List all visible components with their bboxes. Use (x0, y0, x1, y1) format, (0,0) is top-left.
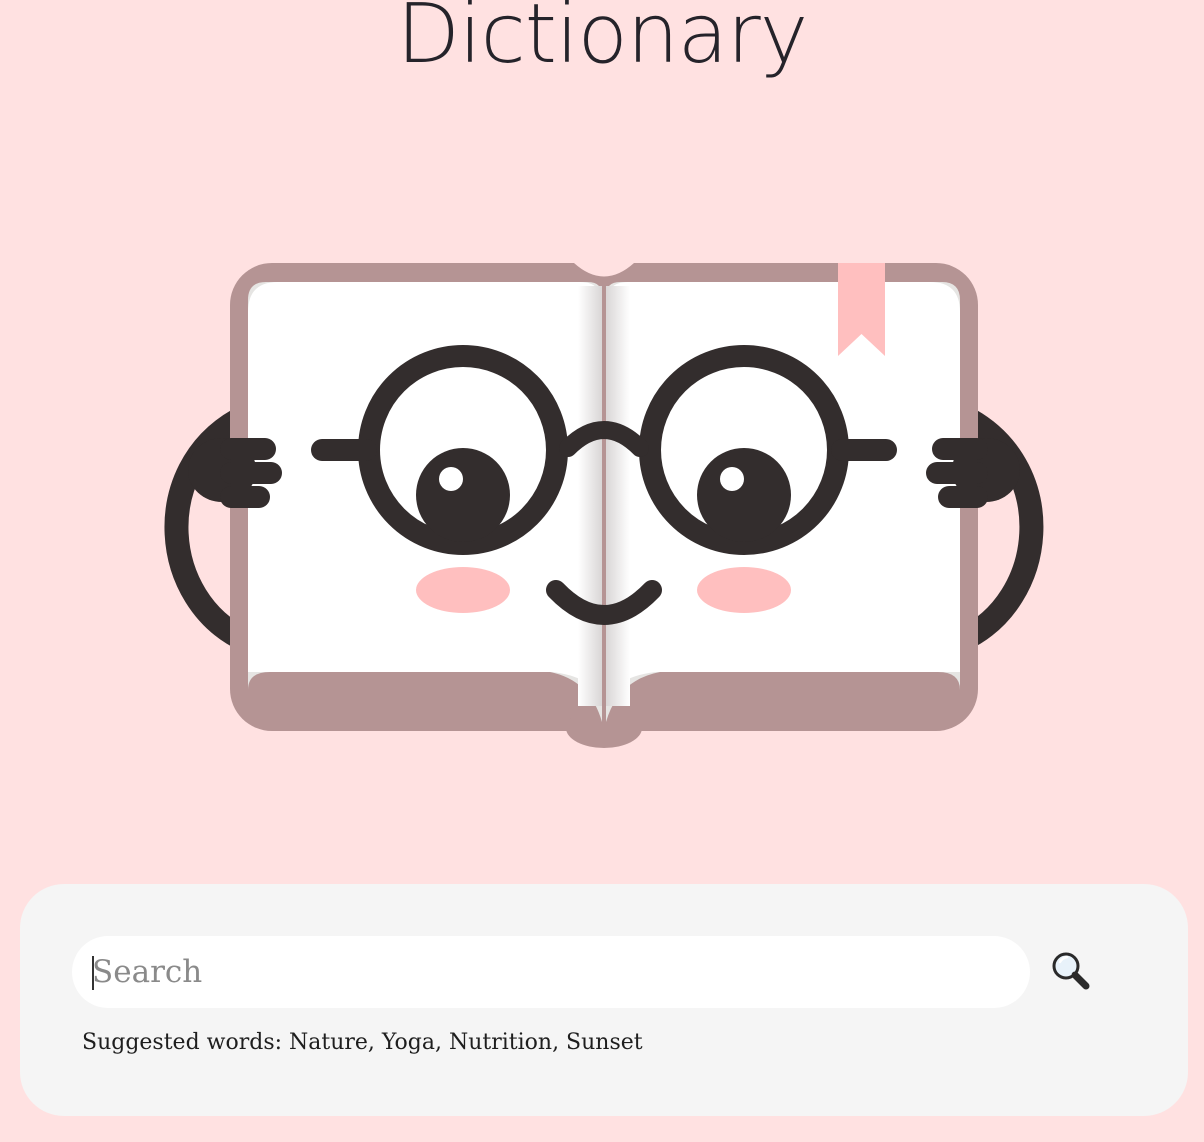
search-input[interactable] (72, 936, 1030, 1008)
left-hand (188, 438, 282, 508)
magnifier-icon (1052, 952, 1090, 990)
search-button[interactable] (1046, 946, 1098, 998)
right-hand (926, 438, 1020, 508)
text-caret (92, 956, 94, 990)
book-with-glasses-illustration (164, 263, 1044, 748)
left-eye (416, 448, 510, 542)
suggested-words: Suggested words: Nature, Yoga, Nutrition… (82, 1030, 643, 1055)
page-title: Dictionary (396, 0, 809, 82)
right-eye (697, 448, 791, 542)
search-panel: Suggested words: Nature, Yoga, Nutrition… (20, 884, 1188, 1116)
right-cheek (697, 567, 791, 613)
left-cheek (416, 567, 510, 613)
